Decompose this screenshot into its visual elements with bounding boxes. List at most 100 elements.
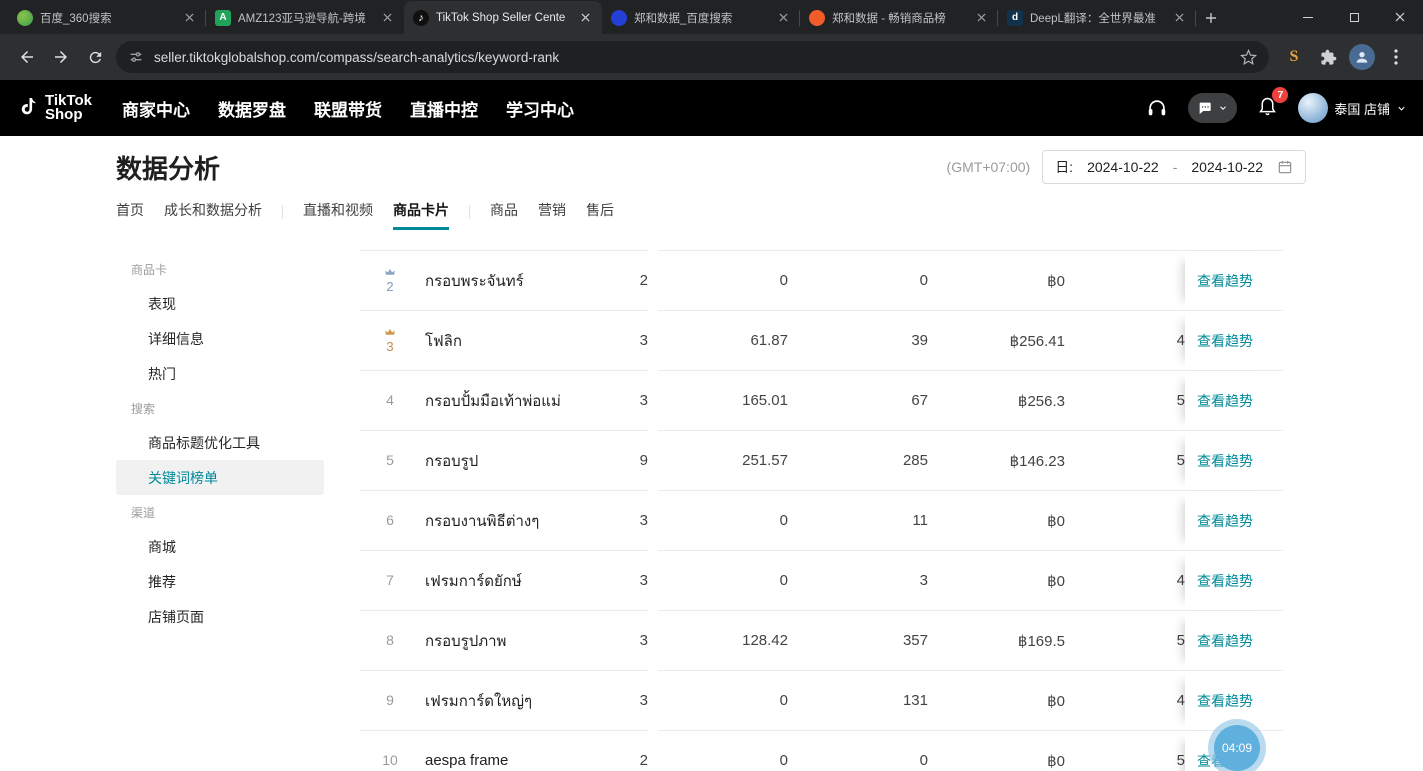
clipped-metric-right [1077, 491, 1185, 550]
reload-button[interactable] [78, 40, 112, 74]
clipped-metric-right: 5 [1077, 731, 1185, 771]
back-button[interactable] [10, 40, 44, 74]
site-settings-icon[interactable] [128, 49, 144, 65]
clipped-metric-right: 4 [1077, 551, 1185, 610]
rank-number: 10 [382, 753, 398, 768]
tab-product-card[interactable]: 商品卡片 [393, 200, 449, 230]
table-row: 5 กรอบรูป 9 251.57 285 ฿146.23 5 查看趋势 [360, 431, 1283, 491]
rank-cell: 4 [360, 371, 420, 430]
view-trend-link[interactable]: 查看趋势 [1197, 331, 1253, 351]
sidebar-item-trending[interactable]: 热门 [116, 356, 324, 391]
new-tab-button[interactable] [1196, 1, 1226, 34]
sidebar-item-mall[interactable]: 商城 [116, 529, 324, 564]
view-trend-link[interactable]: 查看趋势 [1197, 511, 1253, 531]
notification-badge: 7 [1272, 87, 1288, 103]
tiktok-shop-logo[interactable]: TikTokShop [16, 94, 92, 122]
tiktok-note-icon [16, 95, 40, 121]
main-nav: 商家中心 数据罗盘 联盟带货 直播中控 学习中心 [122, 96, 574, 121]
tab-growth-analytics[interactable]: 成长和数据分析 [164, 200, 262, 230]
sidebar-item-recommend[interactable]: 推荐 [116, 564, 324, 599]
logo-text-line2: Shop [45, 108, 92, 122]
sidebar-item-title-optimizer[interactable]: 商品标题优化工具 [116, 425, 324, 460]
extension-s-icon[interactable]: S [1277, 40, 1311, 74]
browser-tab[interactable]: d DeepL翻译：全世界最准 [998, 1, 1196, 34]
nav-item-seller-center[interactable]: 商家中心 [122, 96, 190, 121]
window-close-button[interactable] [1377, 0, 1423, 34]
nav-item-learning-center[interactable]: 学习中心 [506, 96, 574, 121]
tab-close-icon[interactable] [973, 10, 989, 26]
tab-product[interactable]: 商品 [490, 200, 518, 230]
action-cell: 查看趋势 [1185, 371, 1283, 430]
tab-marketing[interactable]: 营销 [538, 200, 566, 230]
metric-gmv: ฿256.41 [940, 311, 1077, 370]
url-text[interactable]: seller.tiktokglobalshop.com/compass/sear… [154, 50, 1240, 65]
window-maximize-button[interactable] [1331, 0, 1377, 34]
crown-rank2-icon [383, 267, 397, 278]
profile-avatar-icon[interactable] [1345, 40, 1379, 74]
sidebar: 商品卡 表现 详细信息 热门 搜索 商品标题优化工具 关键词榜单 渠道 商城 推… [116, 252, 324, 634]
date-from-value[interactable]: 2024-10-22 [1087, 159, 1159, 175]
sidebar-item-keyword-rank[interactable]: 关键词榜单 [116, 460, 324, 495]
metric-gmv: ฿0 [940, 731, 1077, 771]
table-row: 7 เฟรมการ์ดยักษ์ 3 0 3 ฿0 4 查看趋势 [360, 551, 1283, 611]
keyword-text: aespa frame [420, 731, 620, 771]
metric-col1: 128.42 [658, 611, 800, 670]
rank-number: 5 [386, 453, 394, 468]
nav-item-live-console[interactable]: 直播中控 [410, 96, 478, 121]
nav-item-affiliate[interactable]: 联盟带货 [314, 96, 382, 121]
browser-tab[interactable]: 郑和数据_百度搜索 [602, 1, 800, 34]
tab-after-sales[interactable]: 售后 [586, 200, 614, 230]
forward-button[interactable] [44, 40, 78, 74]
amz123-icon: A [215, 10, 231, 26]
tab-title: 郑和数据 - 畅销商品榜 [832, 10, 966, 26]
extensions-puzzle-icon[interactable] [1311, 40, 1345, 74]
account-avatar [1298, 93, 1328, 123]
chat-bubble-icon [1197, 100, 1213, 116]
clipped-metric-right: 4 [1077, 311, 1185, 370]
tab-close-icon[interactable] [775, 10, 791, 26]
browser-tab-active[interactable]: ♪ TikTok Shop Seller Cente [404, 1, 602, 34]
date-range-picker[interactable]: 日: 2024-10-22 - 2024-10-22 [1042, 150, 1306, 184]
browser-tab[interactable]: 百度_360搜索 [8, 1, 206, 34]
metric-col1: 0 [658, 551, 800, 610]
tab-close-icon[interactable] [379, 10, 395, 26]
date-to-value[interactable]: 2024-10-22 [1191, 159, 1263, 175]
tab-home[interactable]: 首页 [116, 200, 144, 230]
nav-item-data-compass[interactable]: 数据罗盘 [218, 96, 286, 121]
sidebar-section-search: 搜索 [116, 391, 324, 425]
view-trend-link[interactable]: 查看趋势 [1197, 391, 1253, 411]
clipped-metric-right: 5 [1077, 431, 1185, 490]
action-cell: 查看趋势 [1185, 431, 1283, 490]
browser-menu-kebab-icon[interactable] [1379, 40, 1413, 74]
browser-tab[interactable]: A AMZ123亚马逊导航-跨境 [206, 1, 404, 34]
headset-support-icon[interactable] [1146, 97, 1168, 119]
calendar-icon [1277, 159, 1293, 175]
tab-live-video[interactable]: 直播和视频 [303, 200, 373, 230]
account-menu[interactable]: 泰国 店铺 [1298, 93, 1407, 123]
address-bar[interactable]: seller.tiktokglobalshop.com/compass/sear… [116, 41, 1269, 73]
sidebar-item-performance[interactable]: 表现 [116, 286, 324, 321]
view-trend-link[interactable]: 查看趋势 [1197, 631, 1253, 651]
sidebar-section-product-card: 商品卡 [116, 252, 324, 286]
metric-col2: 131 [800, 671, 940, 730]
sidebar-item-details[interactable]: 详细信息 [116, 321, 324, 356]
tab-close-icon[interactable] [577, 10, 593, 26]
metric-col1: 0 [658, 731, 800, 771]
view-trend-link[interactable]: 查看趋势 [1197, 451, 1253, 471]
tab-close-icon[interactable] [1171, 10, 1187, 26]
notifications-button[interactable]: 7 [1257, 95, 1278, 121]
floating-timer-bubble[interactable]: 04:09 [1214, 725, 1260, 771]
browser-tab[interactable]: 郑和数据 - 畅销商品榜 [800, 1, 998, 34]
timer-text: 04:09 [1222, 741, 1252, 755]
browser-tab-strip: 百度_360搜索 A AMZ123亚马逊导航-跨境 ♪ TikTok Shop … [0, 0, 1423, 34]
messages-button[interactable] [1188, 93, 1237, 123]
window-minimize-button[interactable] [1285, 0, 1331, 34]
tab-close-icon[interactable] [181, 10, 197, 26]
bookmark-star-icon[interactable] [1240, 49, 1257, 66]
view-trend-link[interactable]: 查看趋势 [1197, 271, 1253, 291]
view-trend-link[interactable]: 查看趋势 [1197, 571, 1253, 591]
sidebar-item-shop-page[interactable]: 店铺页面 [116, 599, 324, 634]
metric-col1: 0 [658, 251, 800, 310]
view-trend-link[interactable]: 查看趋势 [1197, 691, 1253, 711]
date-dimension-label[interactable]: 日: [1055, 157, 1073, 177]
